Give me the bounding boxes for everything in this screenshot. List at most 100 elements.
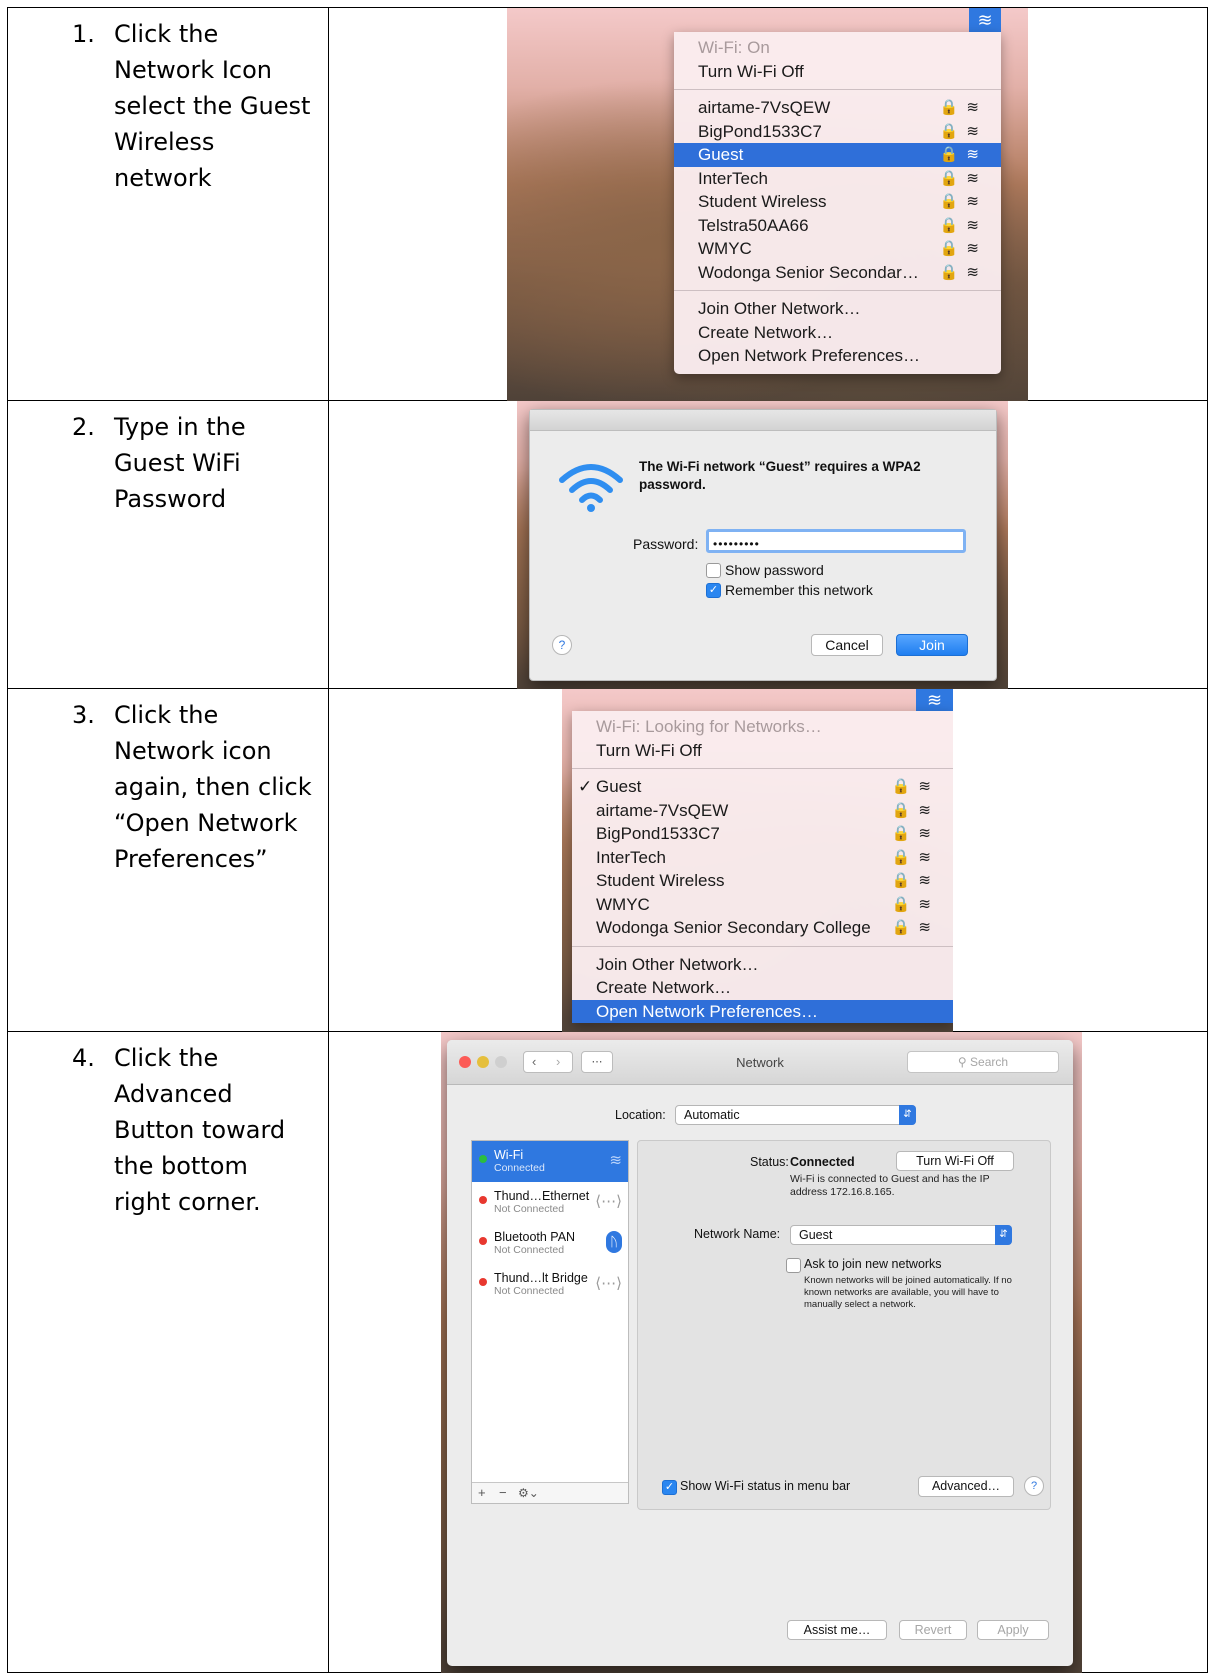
open-network-preferences-item[interactable]: Open Network Preferences…: [572, 999, 953, 1023]
step-line: Type in the: [114, 413, 246, 441]
network-item-selected[interactable]: Guest 🔒≋: [674, 143, 1001, 167]
show-status-label: Show Wi-Fi status in menu bar: [680, 1479, 851, 1493]
lock-wifi-icon: 🔒≋: [939, 99, 987, 116]
create-network-item[interactable]: Create Network…: [674, 321, 1001, 345]
service-ethernet[interactable]: Thund…Ethernet Not Connected ⟨⋯⟩: [472, 1182, 628, 1223]
network-item[interactable]: WMYC 🔒≋: [674, 237, 1001, 261]
service-status: Not Connected: [494, 1285, 565, 1297]
menu-separator: [674, 290, 1001, 291]
step-3-text: 3. Click the Network icon again, then cl…: [8, 689, 328, 877]
status-dot: [479, 1155, 487, 1163]
screenshot-cell-4: ‹ › ⋯ Network ⚲ Search Location: Automat…: [328, 1031, 1208, 1673]
status-detail: Wi-Fi is connected to Guest and has the …: [790, 1173, 990, 1198]
network-item[interactable]: Student Wireless 🔒≋: [674, 190, 1001, 214]
network-name-popup[interactable]: Guest ⇵: [790, 1225, 1012, 1245]
network-item[interactable]: Telstra50AA66 🔒≋: [674, 214, 1001, 238]
screenshot-cell-1: ≋ Wi-Fi: On Turn Wi-Fi Off airtame-7VsQE…: [328, 7, 1208, 401]
network-item[interactable]: Wodonga Senior Secondary College 🔒≋: [572, 916, 953, 940]
wifi-icon: [559, 464, 623, 512]
network-preferences-window: ‹ › ⋯ Network ⚲ Search Location: Automat…: [447, 1040, 1073, 1666]
network-name: Guest: [698, 145, 744, 164]
service-name: Thund…Ethernet: [494, 1189, 590, 1203]
network-name: BigPond1533C7: [698, 121, 822, 141]
network-item-connected[interactable]: ✓ Guest 🔒≋: [572, 775, 953, 799]
join-other-network-item[interactable]: Join Other Network…: [674, 297, 1001, 321]
step-line: Click the: [114, 1044, 219, 1072]
turn-wifi-off-item[interactable]: Turn Wi-Fi Off: [572, 739, 953, 763]
password-field[interactable]: •••••••••: [706, 529, 966, 553]
search-placeholder: Search: [970, 1055, 1009, 1069]
show-password-checkbox[interactable]: [706, 563, 721, 578]
step-line: Network icon: [114, 737, 272, 765]
service-bridge[interactable]: Thund…lt Bridge Not Connected ⟨⋯⟩: [472, 1264, 628, 1305]
wifi-menu-connected-screenshot: ≋ Wi-Fi: Looking for Networks… Turn Wi-F…: [562, 689, 953, 1032]
remove-service-button[interactable]: −: [499, 1483, 507, 1503]
apply-button[interactable]: Apply: [977, 1620, 1049, 1640]
network-item[interactable]: InterTech 🔒≋: [572, 846, 953, 870]
create-network-item[interactable]: Create Network…: [572, 976, 953, 1000]
show-status-checkbox[interactable]: ✓: [662, 1480, 677, 1495]
remember-network-checkbox[interactable]: ✓: [706, 583, 721, 598]
network-item[interactable]: Wodonga Senior Secondar… 🔒≋: [674, 261, 1001, 285]
help-button[interactable]: ?: [552, 635, 572, 655]
turn-wifi-off-button[interactable]: Turn Wi-Fi Off: [896, 1151, 1014, 1171]
search-field[interactable]: ⚲ Search: [907, 1051, 1059, 1073]
step-line: Preferences”: [114, 845, 268, 873]
location-popup[interactable]: Automatic ⇵: [675, 1105, 916, 1125]
lock-wifi-icon: 🔒≋: [891, 919, 939, 936]
cancel-button[interactable]: Cancel: [811, 634, 883, 656]
wifi-icon: ≋: [609, 1152, 622, 1169]
network-item[interactable]: InterTech 🔒≋: [674, 167, 1001, 191]
wifi-menubar-icon[interactable]: ≋: [916, 689, 953, 711]
network-name-label: Network Name:: [694, 1227, 781, 1241]
revert-button[interactable]: Revert: [899, 1620, 967, 1640]
help-button[interactable]: ?: [1024, 1476, 1044, 1496]
step-cell-1: 1. Click the Network Icon select the Gue…: [7, 7, 329, 401]
open-network-preferences-item[interactable]: Open Network Preferences…: [674, 344, 1001, 368]
show-password-label: Show password: [725, 562, 824, 578]
network-item[interactable]: BigPond1533C7 🔒≋: [674, 120, 1001, 144]
step-row-4: 4. Click the Advanced Button toward the …: [7, 1031, 1208, 1673]
location-value: Automatic: [684, 1108, 740, 1122]
network-name: Wodonga Senior Secondar…: [698, 262, 919, 282]
step-line: Click the: [114, 701, 219, 729]
window-titlebar: ‹ › ⋯ Network ⚲ Search: [447, 1040, 1073, 1085]
network-item[interactable]: Student Wireless 🔒≋: [572, 869, 953, 893]
wifi-menu: Wi-Fi: On Turn Wi-Fi Off airtame-7VsQEW 🔒…: [674, 32, 1001, 374]
password-label: Password:: [633, 536, 699, 552]
network-name: Student Wireless: [596, 871, 725, 890]
screenshot-cell-3: ≋ Wi-Fi: Looking for Networks… Turn Wi-F…: [328, 688, 1208, 1032]
gear-icon[interactable]: ⚙⌄: [518, 1483, 539, 1503]
search-icon: ⚲: [957, 1055, 967, 1069]
network-item[interactable]: BigPond1533C7 🔒≋: [572, 822, 953, 846]
assist-me-button[interactable]: Assist me…: [787, 1620, 887, 1640]
service-bluetooth[interactable]: Bluetooth PAN Not Connected ᚢ: [472, 1223, 628, 1264]
add-service-button[interactable]: +: [478, 1483, 486, 1503]
step-cell-2: 2. Type in the Guest WiFi Password: [7, 400, 329, 689]
network-name: WMYC: [596, 894, 650, 914]
network-preferences-screenshot: ‹ › ⋯ Network ⚲ Search Location: Automat…: [441, 1032, 1082, 1673]
join-other-network-item[interactable]: Join Other Network…: [572, 953, 953, 977]
wifi-status: Wi-Fi: On: [698, 38, 770, 57]
bridge-icon: ⟨⋯⟩: [595, 1275, 622, 1292]
lock-wifi-icon: 🔒≋: [891, 848, 939, 866]
service-name: Bluetooth PAN: [494, 1230, 576, 1244]
step-number: 2.: [72, 413, 95, 441]
step-line: “Open Network: [114, 809, 298, 837]
join-button[interactable]: Join: [896, 634, 968, 656]
advanced-button[interactable]: Advanced…: [918, 1476, 1014, 1497]
wifi-menubar-icon[interactable]: ≋: [969, 8, 1001, 32]
step-4-text: 4. Click the Advanced Button toward the …: [8, 1032, 328, 1220]
lock-wifi-icon: 🔒≋: [939, 122, 987, 140]
step-1-text: 1. Click the Network Icon select the Gue…: [8, 8, 328, 196]
ask-join-checkbox[interactable]: [786, 1258, 801, 1273]
screenshot-cell-2: The Wi-Fi network “Guest” requires a WPA…: [328, 400, 1208, 689]
network-item[interactable]: airtame-7VsQEW 🔒≋: [674, 96, 1001, 120]
status-value: Connected: [790, 1155, 855, 1169]
network-item[interactable]: airtame-7VsQEW 🔒≋: [572, 799, 953, 823]
service-wifi[interactable]: Wi-Fi Connected ≋: [472, 1141, 628, 1182]
turn-wifi-off-item[interactable]: Turn Wi-Fi Off: [674, 60, 1001, 84]
step-line: the bottom: [114, 1152, 248, 1180]
network-item[interactable]: WMYC 🔒≋: [572, 893, 953, 917]
network-name: airtame-7VsQEW: [596, 800, 729, 820]
